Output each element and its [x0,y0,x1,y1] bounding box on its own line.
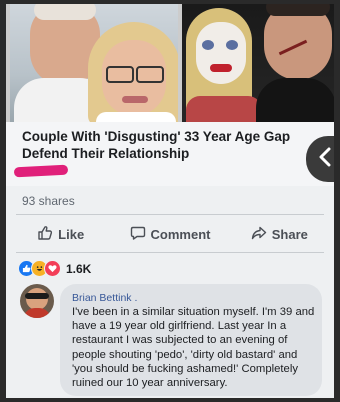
action-bar: Like Comment Share [6,220,334,248]
divider [16,214,324,215]
like-label: Like [58,226,85,242]
comment-label: Comment [150,226,211,242]
share-count[interactable]: 93 shares [22,194,75,208]
chevron-left-icon [314,147,332,172]
avatar[interactable] [20,284,54,318]
comment-bubble: Brian Bettink . I've been in a similar s… [60,284,322,396]
couple-photo-right [182,4,334,122]
comment-text: I've been in a similar situation myself.… [72,306,315,390]
article-headline[interactable]: Couple With 'Disgusting' 33 Year Age Gap… [22,128,312,162]
thumbs-up-icon [37,225,53,244]
couple-photo-left [10,4,178,122]
screenshot-frame: Couple With 'Disgusting' 33 Year Age Gap… [6,4,334,398]
divider [16,252,324,253]
share-button[interactable]: Share [225,220,334,248]
comment-button[interactable]: Comment [115,220,224,248]
share-label: Share [271,226,308,242]
reaction-summary[interactable]: 1.6K [18,260,91,277]
comment-author[interactable]: Brian Bettink . [72,292,137,304]
love-icon [44,260,61,277]
comment-bubble-icon [130,225,146,244]
reaction-count: 1.6K [66,261,92,276]
like-button[interactable]: Like [6,220,115,248]
share-arrow-icon [251,225,267,244]
post-image[interactable] [6,4,334,122]
